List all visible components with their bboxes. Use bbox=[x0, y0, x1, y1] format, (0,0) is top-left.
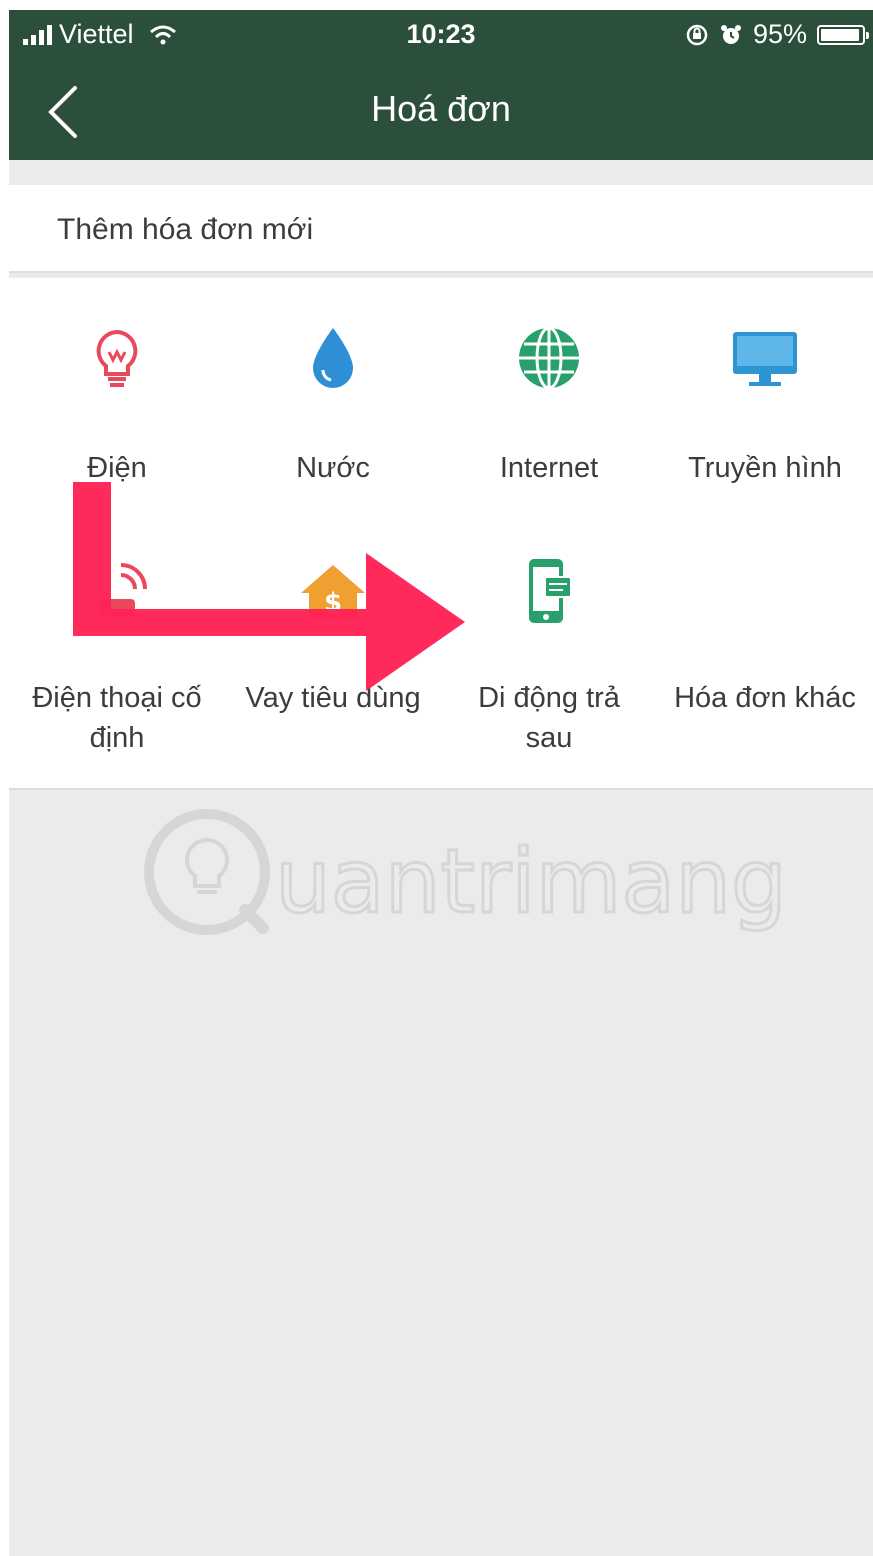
globe-icon bbox=[519, 326, 579, 390]
add-new-bill-row[interactable]: Thêm hóa đơn mới bbox=[9, 185, 873, 273]
lightbulb-watermark-icon bbox=[185, 837, 229, 894]
category-consumer-loan[interactable]: $ Vay tiêu dùng bbox=[225, 553, 441, 783]
app-screen: Viettel 10:23 95% Hoá đơn Thêm hóa đơn m… bbox=[9, 10, 873, 1556]
category-label: Hóa đơn khác bbox=[674, 682, 856, 714]
watermark-logo: uantrimang bbox=[144, 809, 788, 935]
status-right: 95% bbox=[685, 19, 869, 50]
mobile-bill-icon bbox=[529, 559, 572, 623]
bill-category-grid: Điện Nước Internet Truyền hình Điện thoạ… bbox=[9, 278, 873, 790]
category-label: Truyền hình bbox=[688, 452, 842, 484]
lightbulb-icon bbox=[96, 329, 138, 387]
battery-icon bbox=[817, 24, 869, 45]
category-internet[interactable]: Internet bbox=[441, 318, 657, 508]
category-label: Di động trả sau bbox=[478, 682, 620, 754]
category-label: Nước bbox=[296, 452, 370, 484]
house-dollar-icon: $ bbox=[301, 565, 365, 619]
rotation-lock-icon bbox=[686, 24, 708, 45]
category-label: Internet bbox=[499, 452, 599, 484]
battery-percent: 95% bbox=[752, 19, 807, 49]
category-landline[interactable]: Điện thoại cố định bbox=[9, 553, 225, 783]
watermark-text: uantrimang bbox=[275, 830, 787, 933]
alarm-icon bbox=[720, 24, 741, 44]
category-other-bills[interactable]: Hóa đơn khác bbox=[657, 553, 873, 783]
category-label: Điện thoại cố định bbox=[32, 682, 202, 754]
svg-text:$: $ bbox=[324, 588, 342, 618]
battery-fill bbox=[821, 28, 859, 41]
add-new-bill-label: Thêm hóa đơn mới bbox=[57, 213, 314, 246]
category-television[interactable]: Truyền hình bbox=[657, 318, 873, 508]
category-label: Điện bbox=[87, 452, 147, 484]
status-bar: Viettel 10:23 95% bbox=[9, 10, 873, 62]
category-water[interactable]: Nước bbox=[225, 318, 441, 508]
navigation-bar: Hoá đơn bbox=[9, 62, 873, 160]
category-postpaid-mobile[interactable]: Di động trả sau bbox=[441, 553, 657, 783]
water-drop-icon bbox=[313, 328, 353, 388]
category-electricity[interactable]: Điện bbox=[9, 318, 225, 508]
category-label: Vay tiêu dùng bbox=[245, 682, 421, 714]
page-title: Hoá đơn bbox=[371, 88, 511, 129]
landline-phone-icon bbox=[99, 563, 147, 617]
monitor-icon bbox=[733, 332, 797, 386]
